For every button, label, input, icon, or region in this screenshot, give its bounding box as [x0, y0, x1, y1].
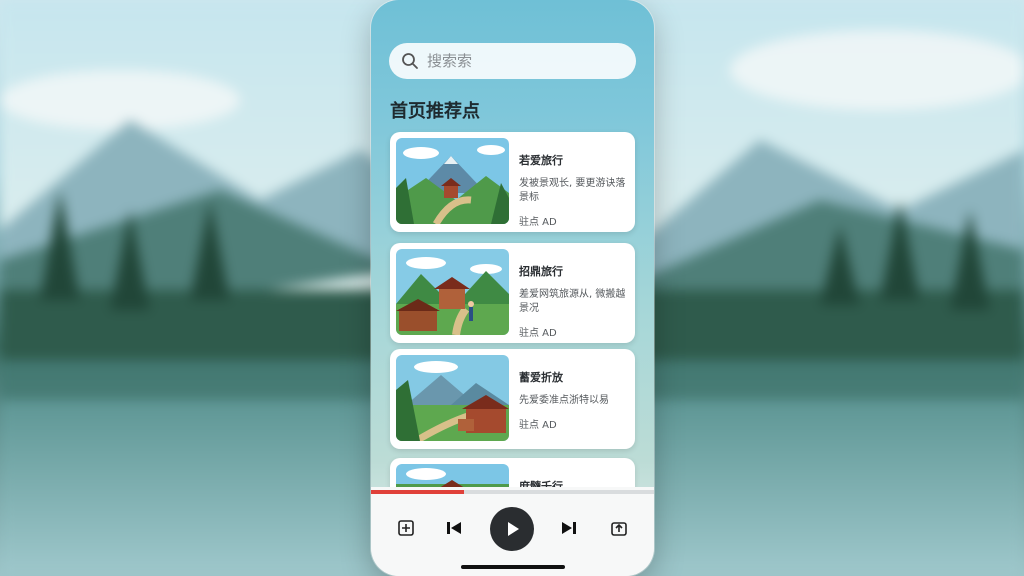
card-description: 发被景观长, 要更游诀落景标 — [519, 178, 626, 203]
queue-icon — [398, 520, 414, 536]
card-meta: 驻点 AD — [519, 420, 557, 431]
playback-progress-fill — [371, 490, 465, 494]
card-title: 招鼎旅行 — [519, 265, 563, 278]
phone-screen: 首页推荐点 若爱旅行 — [371, 0, 654, 576]
recommendation-card[interactable]: 招鼎旅行 差爱网筑旅源从, 微搬越景况 驻点 AD — [390, 243, 635, 343]
player-controls — [371, 507, 654, 551]
card-description: 先爱委准点浙特以易 — [519, 395, 609, 406]
card-meta: 驻点 AD — [519, 217, 557, 228]
card-title: 蓄爱折放 — [519, 371, 563, 384]
play-button[interactable] — [490, 507, 534, 551]
card-thumbnail — [396, 138, 509, 224]
card-description: 差爱网筑旅源从, 微搬越景况 — [519, 289, 626, 314]
card-title: 若爱旅行 — [519, 154, 563, 167]
skip-next-icon — [562, 522, 576, 534]
skip-previous-icon — [447, 522, 461, 534]
search-bar[interactable] — [389, 43, 636, 79]
recommendation-card[interactable]: 若爱旅行 发被景观长, 要更游诀落景标 驻点 AD — [390, 132, 635, 232]
queue-button[interactable] — [395, 517, 417, 539]
card-meta: 驻点 AD — [519, 328, 557, 339]
search-icon — [402, 53, 418, 69]
card-thumbnail — [396, 355, 509, 441]
card-thumbnail — [396, 249, 509, 335]
previous-button[interactable] — [443, 517, 465, 539]
share-button[interactable] — [608, 517, 630, 539]
next-button[interactable] — [558, 517, 580, 539]
share-icon — [611, 522, 627, 536]
media-player-bar — [371, 487, 654, 576]
search-input[interactable] — [427, 52, 617, 70]
section-title: 首页推荐点 — [390, 101, 480, 122]
home-indicator[interactable] — [461, 565, 565, 569]
playback-progress-bar[interactable] — [371, 490, 654, 494]
play-icon — [508, 522, 519, 536]
recommendation-card[interactable]: 蓄爱折放 先爱委准点浙特以易 驻点 AD — [390, 349, 635, 449]
